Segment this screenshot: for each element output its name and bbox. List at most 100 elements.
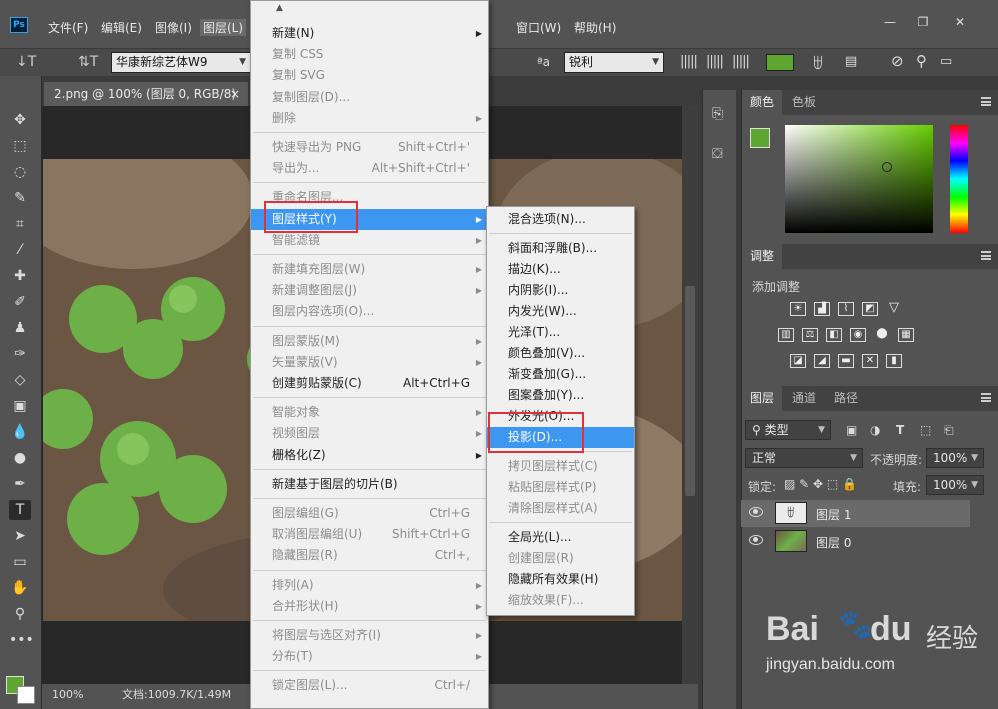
zoom-tool-icon[interactable]: ⚲ — [9, 604, 31, 624]
3d-panel-icon[interactable]: ⛋ — [712, 146, 723, 162]
panel-menu-icon[interactable] — [981, 97, 991, 106]
hue-slider[interactable] — [950, 125, 968, 233]
menu-item[interactable]: 隐藏所有效果(H) — [487, 569, 634, 590]
threshold-icon[interactable]: ▬ — [838, 354, 854, 368]
background-color-swatch[interactable] — [17, 686, 35, 704]
antialias-select[interactable]: 锐利 ▼ — [564, 52, 664, 73]
quick-select-icon[interactable]: ✎ — [9, 188, 31, 208]
cancel-icon[interactable]: ⊘ — [891, 52, 904, 70]
menu-item[interactable]: 新建(N) ▶ — [251, 23, 488, 44]
menu-item[interactable]: 颜色叠加(V)... — [487, 343, 634, 364]
close-window-button[interactable]: ✕ — [950, 14, 970, 30]
visibility-eye-icon[interactable] — [749, 535, 763, 545]
scroll-up-icon[interactable]: ▲ — [276, 3, 283, 13]
eraser-tool-icon[interactable]: ◇ — [9, 370, 31, 390]
dodge-tool-icon[interactable]: ● — [9, 448, 31, 468]
menu-item[interactable]: 渐变叠加(G)... — [487, 364, 634, 385]
blur-tool-icon[interactable]: 💧 — [9, 422, 31, 442]
search-icon[interactable]: ⚲ — [916, 52, 927, 70]
levels-icon[interactable]: ▟ — [814, 302, 830, 316]
gradient-map-icon[interactable]: ▮ — [886, 354, 902, 368]
menu-layer[interactable]: 图层(L) — [200, 19, 247, 36]
tab-adjustments[interactable]: 调整 — [742, 244, 783, 269]
gradient-tool-icon[interactable]: ▣ — [9, 396, 31, 416]
posterize-icon[interactable]: ◢ — [814, 354, 830, 368]
panel-menu-icon[interactable] — [981, 251, 991, 260]
filter-type-icon[interactable]: T — [896, 423, 904, 437]
color-field[interactable] — [785, 125, 933, 233]
align-center-icon[interactable]: ||||| — [706, 54, 724, 69]
brush-tool-icon[interactable]: ✐ — [9, 292, 31, 312]
text-orientation-icon[interactable]: ⇅T — [78, 54, 98, 70]
menu-window[interactable]: 窗口(W) — [516, 19, 561, 36]
brightness-icon[interactable]: ☀ — [790, 302, 806, 316]
align-right-icon[interactable]: ||||| — [732, 54, 750, 69]
hue-saturation-icon[interactable]: ▥ — [778, 328, 794, 342]
menu-item[interactable]: 光泽(T)... — [487, 322, 634, 343]
menu-help[interactable]: 帮助(H) — [574, 19, 616, 36]
more-tools-icon[interactable]: ••• — [9, 630, 34, 650]
channel-mixer-icon[interactable]: ⬤ — [874, 328, 890, 342]
exposure-icon[interactable]: ◩ — [862, 302, 878, 316]
path-select-icon[interactable]: ➤ — [9, 526, 31, 546]
lock-pixels-icon[interactable]: ▨ ✎ ✥ ⬚ 🔒 — [784, 477, 857, 491]
move-tool-icon[interactable]: ✥ — [9, 110, 31, 130]
menu-item[interactable]: 新建基于图层的切片(B) — [251, 474, 488, 495]
selective-color-icon[interactable]: ✕ — [862, 354, 878, 368]
tab-channels[interactable]: 通道 — [784, 386, 824, 411]
crop-tool-icon[interactable]: ⌗ — [9, 214, 31, 234]
zoom-level[interactable]: 100% — [52, 686, 83, 704]
tab-layers[interactable]: 图层 — [742, 386, 783, 411]
opacity-input[interactable]: 100% ▼ — [926, 448, 984, 468]
layer-row[interactable]: ꁁ 图层 1 — [741, 500, 970, 527]
layer-row[interactable]: 图层 0 — [741, 528, 970, 555]
marquee-tool-icon[interactable]: ⬚ — [9, 136, 31, 156]
menu-item[interactable]: 栅格化(Z) ▶ — [251, 445, 488, 466]
minimize-button[interactable]: — — [880, 14, 900, 30]
character-panel-icon[interactable]: ▤ — [845, 54, 857, 69]
visibility-eye-icon[interactable] — [749, 507, 763, 517]
tab-color[interactable]: 颜色 — [742, 90, 783, 115]
healing-brush-icon[interactable]: ✚ — [9, 266, 31, 286]
menu-item[interactable]: 内发光(W)... — [487, 301, 634, 322]
menu-item[interactable]: 混合选项(N)... — [487, 209, 634, 230]
layer-filter-select[interactable]: ⚲ 类型 ▼ — [745, 420, 831, 440]
font-family-select[interactable]: 华康新综艺体W9 ▼ — [111, 52, 251, 73]
blend-mode-select[interactable]: 正常 ▼ — [745, 448, 863, 468]
menu-item[interactable]: 图案叠加(Y)... — [487, 385, 634, 406]
menu-item[interactable]: 斜面和浮雕(B)... — [487, 238, 634, 259]
text-color-swatch[interactable] — [766, 54, 794, 71]
menu-item[interactable]: 内阴影(I)... — [487, 280, 634, 301]
vertical-scrollbar[interactable] — [682, 106, 698, 684]
menu-file[interactable]: 文件(F) — [48, 19, 88, 36]
filter-shape-icon[interactable]: ⬚ — [920, 423, 931, 437]
tab-paths[interactable]: 路径 — [826, 386, 866, 411]
panel-menu-icon[interactable] — [981, 393, 991, 402]
curves-icon[interactable]: ⌇ — [838, 302, 854, 316]
clone-stamp-icon[interactable]: ♟ — [9, 318, 31, 338]
color-lookup-icon[interactable]: ▦ — [898, 328, 914, 342]
document-tab[interactable]: 2.png @ 100% (图层 0, RGB/8) × — [44, 82, 248, 106]
history-panel-icon[interactable]: ⎘ — [712, 106, 723, 122]
invert-icon[interactable]: ◪ — [790, 354, 806, 368]
menu-item[interactable]: 描边(K)... — [487, 259, 634, 280]
photo-filter-icon[interactable]: ◉ — [850, 328, 866, 342]
rectangle-tool-icon[interactable]: ▭ — [9, 552, 31, 572]
history-brush-icon[interactable]: ✑ — [9, 344, 31, 364]
maximize-button[interactable]: ❐ — [913, 14, 933, 30]
warp-text-icon[interactable]: ꁁ — [812, 53, 824, 73]
tab-swatches[interactable]: 色板 — [784, 90, 824, 115]
color-fg-swatch[interactable] — [750, 128, 770, 148]
text-tool-preset-icon[interactable]: ↓T — [16, 54, 36, 70]
layer-name[interactable]: 图层 0 — [816, 534, 851, 551]
align-left-icon[interactable]: ||||| — [680, 54, 698, 69]
menu-item[interactable]: 全局光(L)... — [487, 527, 634, 548]
filter-smart-icon[interactable]: ⎗ — [944, 423, 954, 438]
filter-pixel-icon[interactable]: ▣ — [846, 423, 857, 437]
eyedropper-icon[interactable]: ⁄ — [9, 240, 31, 260]
menu-edit[interactable]: 编辑(E) — [101, 19, 142, 36]
fill-input[interactable]: 100% ▼ — [926, 475, 984, 495]
layer-name[interactable]: 图层 1 — [816, 506, 851, 523]
vibrance-icon[interactable]: ▽ — [886, 301, 902, 316]
color-balance-icon[interactable]: ⚖ — [802, 328, 818, 342]
